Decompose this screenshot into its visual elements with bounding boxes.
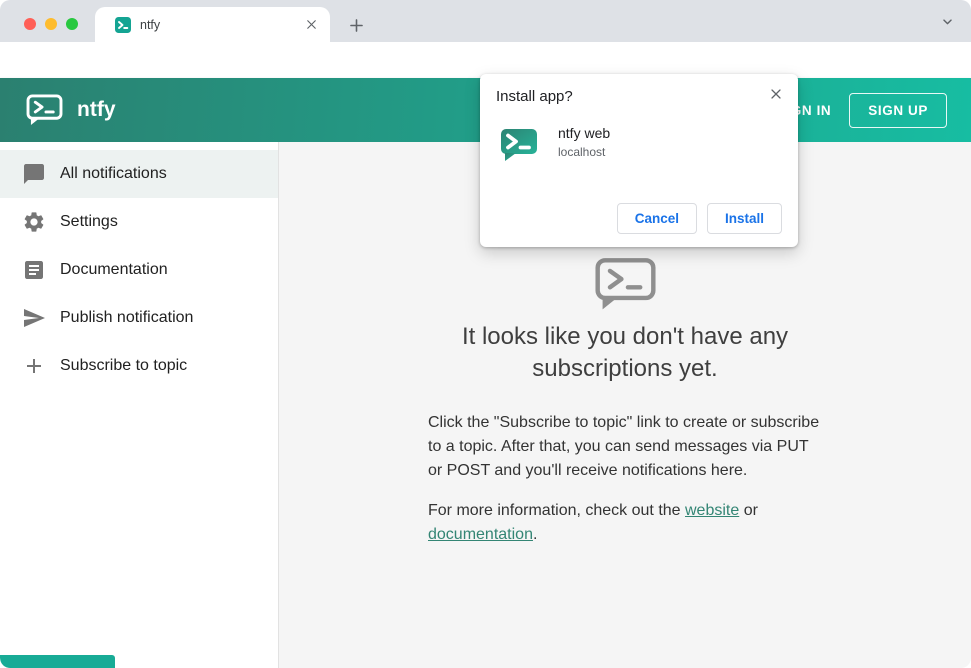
ntfy-favicon-icon: [115, 16, 131, 33]
sidebar-item-settings[interactable]: Settings: [0, 198, 278, 246]
sidebar-item-label: Documentation: [60, 261, 168, 278]
tab-strip: ntfy: [0, 0, 971, 42]
empty-state-paragraph-links: For more information, check out the webs…: [428, 499, 822, 547]
dialog-app-origin: localhost: [558, 145, 606, 159]
empty-state: It looks like you don't have any subscri…: [428, 257, 822, 547]
ntfy-logo-large-icon: [428, 257, 822, 311]
browser-toolbar: localhost: [0, 42, 971, 116]
browser-window: ntfy localhost: [0, 0, 971, 668]
tab-search-chevron-icon[interactable]: [937, 11, 957, 31]
paragraph-text: .: [532, 526, 538, 543]
install-app-dialog: Install app? ntfy web localhost Cancel I…: [480, 74, 798, 247]
documentation-link[interactable]: documentation: [428, 526, 533, 543]
ntfy-app-icon: [500, 124, 538, 162]
new-tab-button[interactable]: [344, 13, 368, 37]
app-title: ntfy: [77, 98, 116, 121]
sidebar-item-all-notifications[interactable]: All notifications: [0, 150, 278, 198]
dialog-close-icon[interactable]: [767, 85, 785, 103]
cancel-button[interactable]: Cancel: [616, 203, 697, 234]
install-button[interactable]: Install: [706, 203, 782, 234]
sidebar-item-label: Subscribe to topic: [60, 357, 188, 374]
sidebar-item-subscribe-to-topic[interactable]: Subscribe to topic: [0, 342, 278, 390]
paragraph-text: For more information, check out the: [428, 502, 685, 519]
chat-icon: [22, 162, 46, 186]
gear-icon: [22, 210, 46, 234]
sidebar-item-label: Settings: [60, 213, 118, 230]
dialog-app-name: ntfy web: [558, 125, 611, 141]
sidebar-item-label: All notifications: [60, 165, 167, 182]
paragraph-text: or: [739, 502, 758, 519]
sign-up-button[interactable]: SIGN UP: [849, 92, 947, 128]
tab-title: ntfy: [140, 17, 161, 32]
plus-icon: [22, 354, 46, 378]
sidebar: All notifications Settings Documentation…: [0, 142, 279, 668]
ntfy-logo-icon: [26, 94, 63, 126]
close-window-button[interactable]: [24, 18, 36, 30]
browser-tab[interactable]: ntfy: [95, 7, 330, 42]
empty-state-paragraph: Click the "Subscribe to topic" link to c…: [428, 414, 820, 479]
minimize-window-button[interactable]: [45, 18, 57, 30]
website-link[interactable]: website: [685, 502, 739, 519]
send-icon: [22, 306, 46, 330]
article-icon: [22, 258, 46, 282]
status-bubble: [0, 655, 115, 668]
sidebar-item-documentation[interactable]: Documentation: [0, 246, 278, 294]
sidebar-item-label: Publish notification: [60, 309, 194, 326]
dialog-title: Install app?: [496, 88, 573, 105]
tab-close-icon[interactable]: [303, 16, 320, 33]
empty-state-heading: It looks like you don't have any subscri…: [461, 323, 789, 382]
sidebar-item-publish-notification[interactable]: Publish notification: [0, 294, 278, 342]
fullscreen-window-button[interactable]: [66, 18, 78, 30]
